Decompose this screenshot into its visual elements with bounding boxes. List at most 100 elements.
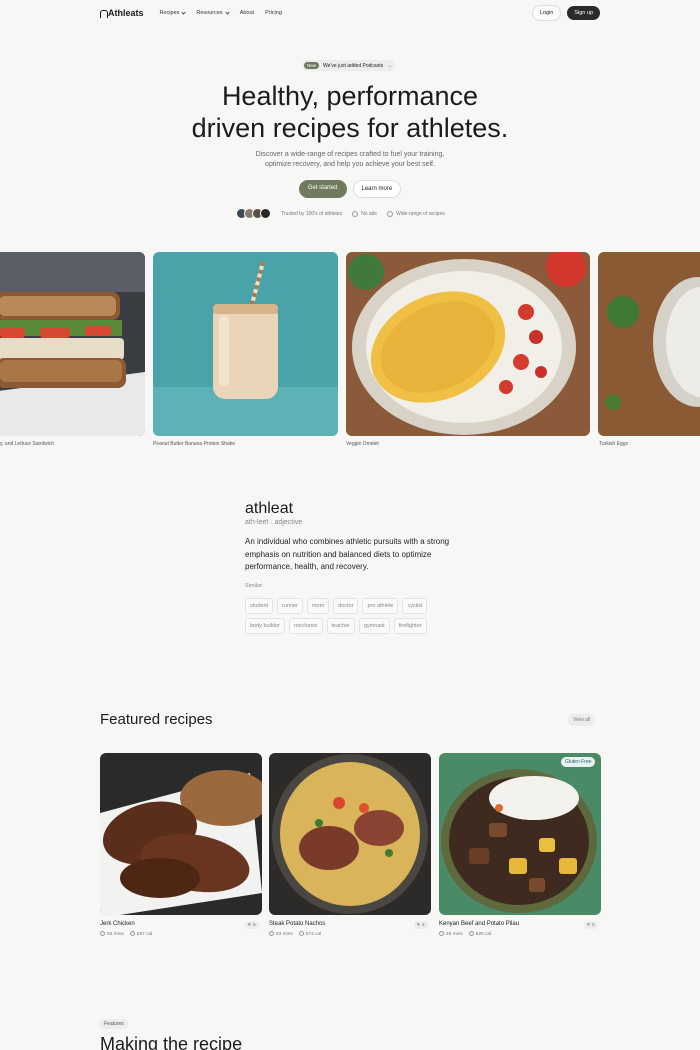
like-button[interactable]: ♥ 6 bbox=[245, 921, 259, 929]
jerk-chicken-image bbox=[100, 753, 262, 915]
similar-chips: student runner mom doctor pro athlete cy… bbox=[245, 598, 455, 634]
trust-row: Trusted by 100's of athletes No ads Wide… bbox=[236, 208, 445, 219]
recipe-title[interactable]: Steak Potato Nachos bbox=[269, 921, 325, 927]
chevron-down-icon bbox=[181, 9, 187, 15]
announcement-text: We've just added Podcasts bbox=[323, 62, 384, 69]
similar-chip[interactable]: doctor bbox=[333, 598, 359, 614]
similar-chip[interactable]: firefighter bbox=[393, 618, 427, 634]
recipe-calories: 587 cal bbox=[136, 932, 153, 937]
check-circle-icon bbox=[352, 210, 359, 217]
nav-link-label: About bbox=[239, 10, 255, 16]
hero-title-line: Healthy, performance bbox=[221, 81, 479, 111]
calories-icon bbox=[129, 931, 135, 936]
carousel-card-turkish-eggs[interactable] bbox=[598, 252, 700, 436]
recipe-meta: 33 mins 574 cal bbox=[269, 931, 321, 937]
avatar-group bbox=[236, 208, 271, 219]
recipe-card-steak-nachos[interactable] bbox=[269, 753, 431, 915]
nav-link-label: Recipes bbox=[159, 10, 180, 16]
definition-text: An individual who combines athletic purs… bbox=[245, 537, 450, 571]
turkish-eggs-image bbox=[598, 252, 700, 436]
shake-image bbox=[153, 252, 338, 436]
features-badge: Features bbox=[100, 1019, 128, 1029]
recipe-card-kenyan-pilau[interactable] bbox=[439, 753, 601, 915]
similar-chip[interactable]: teacher bbox=[326, 618, 355, 634]
heart-icon: ♥ bbox=[587, 922, 590, 928]
hero-subtitle: Discover a wide-range of recipes crafted… bbox=[0, 150, 700, 170]
like-count: 5 bbox=[591, 922, 595, 928]
trust-text: Trusted by 100's of athletes bbox=[281, 210, 343, 217]
check-circle-icon bbox=[386, 210, 393, 217]
recipe-calories: 525 cal bbox=[475, 932, 492, 937]
features-heading: Making the recipe bbox=[100, 1034, 243, 1050]
similar-label: Similar: bbox=[245, 583, 264, 589]
feature-no-ads: No ads bbox=[352, 210, 377, 217]
recipe-card-jerk-chicken[interactable] bbox=[100, 753, 262, 915]
learn-more-button[interactable]: Learn more bbox=[352, 180, 402, 198]
logo-mark-icon bbox=[100, 9, 108, 18]
calories-icon bbox=[468, 931, 474, 936]
carousel-caption: y, and Lettuce Sandwich bbox=[0, 441, 55, 447]
carousel-card-omelet[interactable] bbox=[346, 252, 590, 436]
similar-chip[interactable]: gymnast bbox=[358, 618, 390, 634]
recipe-time: 55 mins bbox=[107, 932, 124, 937]
recipe-meta: 55 mins 587 cal bbox=[100, 931, 152, 937]
recipe-time: 45 mins bbox=[446, 932, 463, 937]
heart-icon: ♥ bbox=[417, 922, 420, 928]
nav-link-pricing[interactable]: Pricing bbox=[265, 10, 282, 16]
get-started-button[interactable]: Get started bbox=[298, 180, 347, 198]
recipe-time: 33 mins bbox=[276, 932, 293, 937]
carousel-card-shake[interactable] bbox=[153, 252, 338, 436]
hero-title-line: driven recipes for athletes. bbox=[191, 113, 509, 143]
nav-link-about[interactable]: About bbox=[240, 10, 254, 16]
gluten-free-badge: Gluten Free bbox=[561, 757, 596, 767]
carousel-caption: Turkish Eggs bbox=[599, 441, 628, 447]
similar-chip[interactable]: pro athlete bbox=[362, 598, 399, 614]
top-nav: Athleats Recipes Resources About Pricing… bbox=[100, 4, 600, 22]
definition-pronunciation: ath-leet · adjective bbox=[245, 519, 303, 526]
nav-links: Recipes Resources About Pricing bbox=[159, 9, 282, 16]
clock-icon bbox=[100, 931, 105, 936]
steak-nachos-image bbox=[269, 753, 431, 915]
avatar bbox=[260, 208, 271, 219]
feature-label: No ads bbox=[361, 210, 377, 217]
announcement-badge[interactable]: New We've just added Podcasts → bbox=[302, 60, 397, 71]
similar-chip[interactable]: student bbox=[245, 598, 274, 614]
heart-icon: ♥ bbox=[248, 922, 251, 928]
definition-word: athleat bbox=[245, 500, 294, 517]
feature-wide-range: Wide-range of recipes bbox=[386, 210, 445, 217]
like-count: 6 bbox=[252, 922, 256, 928]
nav-link-recipes[interactable]: Recipes bbox=[159, 9, 187, 16]
signup-button[interactable]: Sign up bbox=[567, 6, 600, 20]
recipe-meta: 45 mins 525 cal bbox=[439, 931, 491, 937]
sandwich-image bbox=[0, 252, 145, 436]
similar-chip[interactable]: runner bbox=[277, 598, 303, 614]
recipe-title[interactable]: Jerk Chicken bbox=[100, 921, 135, 927]
nav-link-label: Pricing bbox=[265, 10, 282, 16]
like-count: 4 bbox=[421, 922, 425, 928]
carousel-caption: Veggie Omelet bbox=[346, 441, 379, 447]
recipe-title[interactable]: Kenyan Beef and Potato Pilau bbox=[439, 921, 519, 927]
clock-icon bbox=[439, 931, 444, 936]
view-all-button[interactable]: View all bbox=[568, 714, 596, 726]
similar-chip[interactable]: cyclist bbox=[402, 598, 428, 614]
like-button[interactable]: ♥ 5 bbox=[584, 921, 598, 929]
recipe-calories: 574 cal bbox=[305, 932, 322, 937]
new-tag: New bbox=[304, 62, 320, 69]
hero-title: Healthy, performance driven recipes for … bbox=[0, 80, 700, 144]
kenyan-pilau-image bbox=[439, 753, 601, 915]
hero-subtitle-line: Discover a wide-range of recipes crafted… bbox=[255, 151, 445, 158]
login-button[interactable]: Login bbox=[531, 5, 562, 21]
nav-link-resources[interactable]: Resources bbox=[196, 9, 230, 16]
featured-title: Featured recipes bbox=[100, 711, 213, 728]
carousel-card-sandwich[interactable] bbox=[0, 252, 145, 436]
similar-chip[interactable]: mechanic bbox=[288, 618, 323, 634]
chevron-down-icon bbox=[225, 9, 230, 15]
clock-icon bbox=[269, 931, 274, 936]
like-button[interactable]: ♥ 4 bbox=[414, 921, 428, 929]
nav-link-label: Resources bbox=[196, 10, 223, 16]
brand-logo[interactable]: Athleats bbox=[100, 8, 144, 18]
brand-name: Athleats bbox=[108, 8, 144, 18]
similar-chip[interactable]: mom bbox=[306, 598, 330, 614]
calories-icon bbox=[298, 931, 304, 936]
similar-chip[interactable]: body builder bbox=[245, 618, 285, 634]
